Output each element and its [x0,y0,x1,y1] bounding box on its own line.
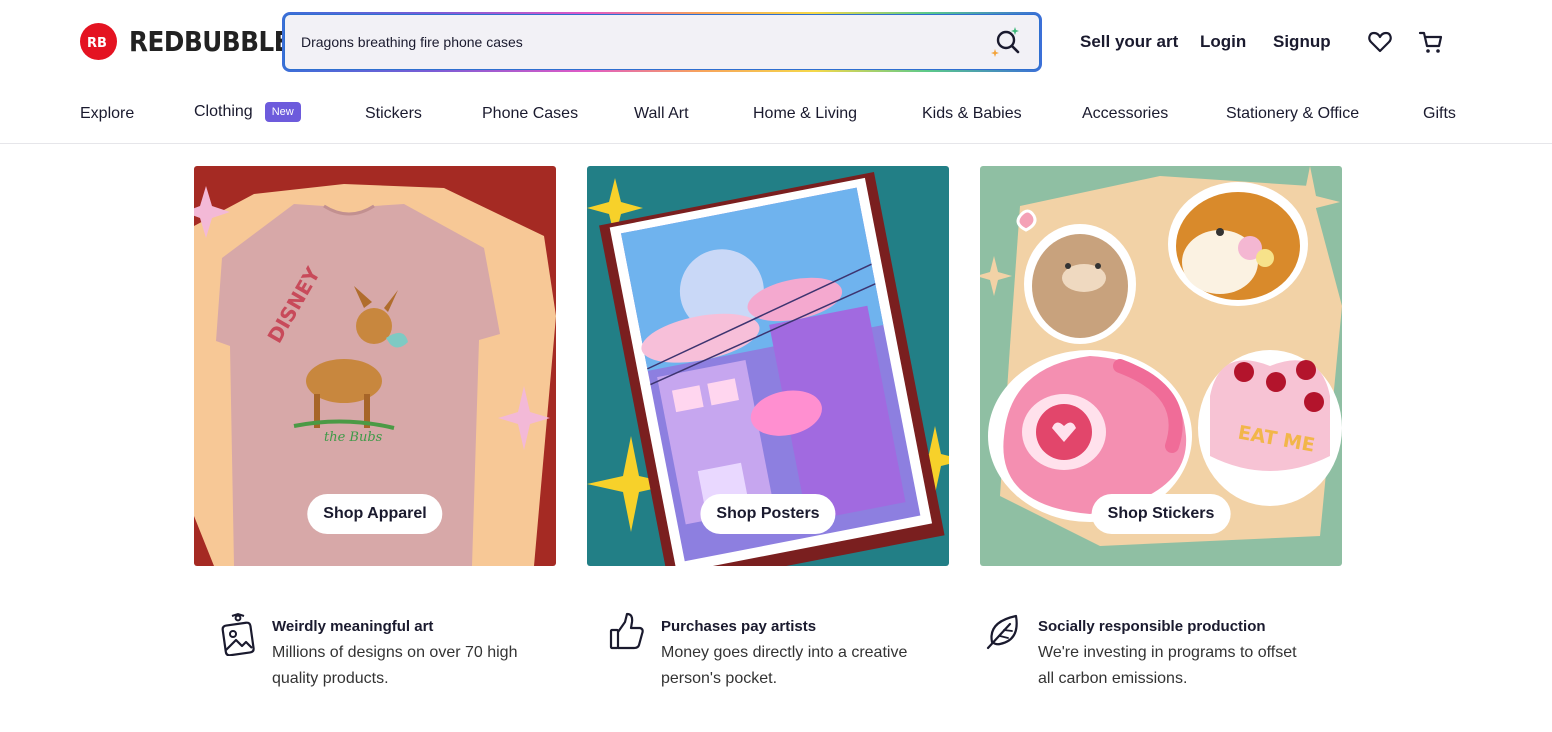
logo-mark-glyph: RB [87,36,107,49]
stickers-promo-card[interactable]: EAT ME Shop Stickers [980,166,1342,566]
redbubble-logo[interactable]: RB REDBUBBLE [80,23,312,60]
nav-stickers[interactable]: Stickers [365,105,422,123]
nav-gifts[interactable]: Gifts [1423,105,1456,123]
nav-accessories[interactable]: Accessories [1082,105,1168,123]
search-bar [282,12,1042,72]
posters-promo-card[interactable]: Shop Posters [587,166,949,566]
apparel-promo-card[interactable]: DISNEY the Bubs Shop Apparel [194,166,556,566]
feature-description: We're investing in programs to offset al… [1038,644,1297,687]
logo-mark-letters: RB [87,36,107,49]
magic-search-icon[interactable] [989,25,1023,59]
feature-title: Weirdly meaningful art [272,618,434,635]
feature-title: Purchases pay artists [661,618,817,635]
feature-description: Money goes directly into a creative pers… [661,644,908,687]
signup-link[interactable]: Signup [1273,32,1331,52]
shop-apparel-button[interactable]: Shop Apparel [307,494,443,534]
logo-mark: RB [80,23,117,60]
feature-title: Socially responsible production [1038,618,1266,635]
feature-pay-artists: Purchases pay artists Money goes directl… [609,612,931,692]
leaf-icon [986,612,1022,652]
nav-clothing[interactable]: Clothing New [194,102,301,122]
nav-home-living[interactable]: Home & Living [753,105,857,123]
feature-responsible-production: Socially responsible production We're in… [986,612,1308,692]
feature-description: Millions of designs on over 70 high qual… [272,644,518,687]
thumbs-up-icon [609,612,645,652]
heart-icon[interactable] [1367,29,1393,55]
site-header: RB REDBUBBLE Sell your art Login Signup [0,0,1552,86]
nav-stationery-office[interactable]: Stationery & Office [1226,105,1359,123]
tshirt-print-bottom: the Bubs [324,430,383,445]
nav-kids-babies[interactable]: Kids & Babies [922,105,1022,123]
nav-wall-art[interactable]: Wall Art [634,105,689,123]
search-input[interactable] [301,34,989,50]
price-tag-icon [220,612,256,657]
cart-icon[interactable] [1418,29,1444,55]
feature-meaningful-art: Weirdly meaningful art Millions of desig… [220,612,542,692]
nav-explore[interactable]: Explore [80,105,134,123]
shop-stickers-button[interactable]: Shop Stickers [1091,494,1231,534]
sell-your-art-link[interactable]: Sell your art [1080,32,1178,52]
category-nav: Explore Clothing New Stickers Phone Case… [0,88,1552,144]
shop-posters-button[interactable]: Shop Posters [700,494,836,534]
nav-phone-cases[interactable]: Phone Cases [482,105,578,123]
new-badge: New [264,102,301,122]
login-link[interactable]: Login [1200,32,1246,52]
logo-wordmark: REDBUBBLE [129,25,291,58]
